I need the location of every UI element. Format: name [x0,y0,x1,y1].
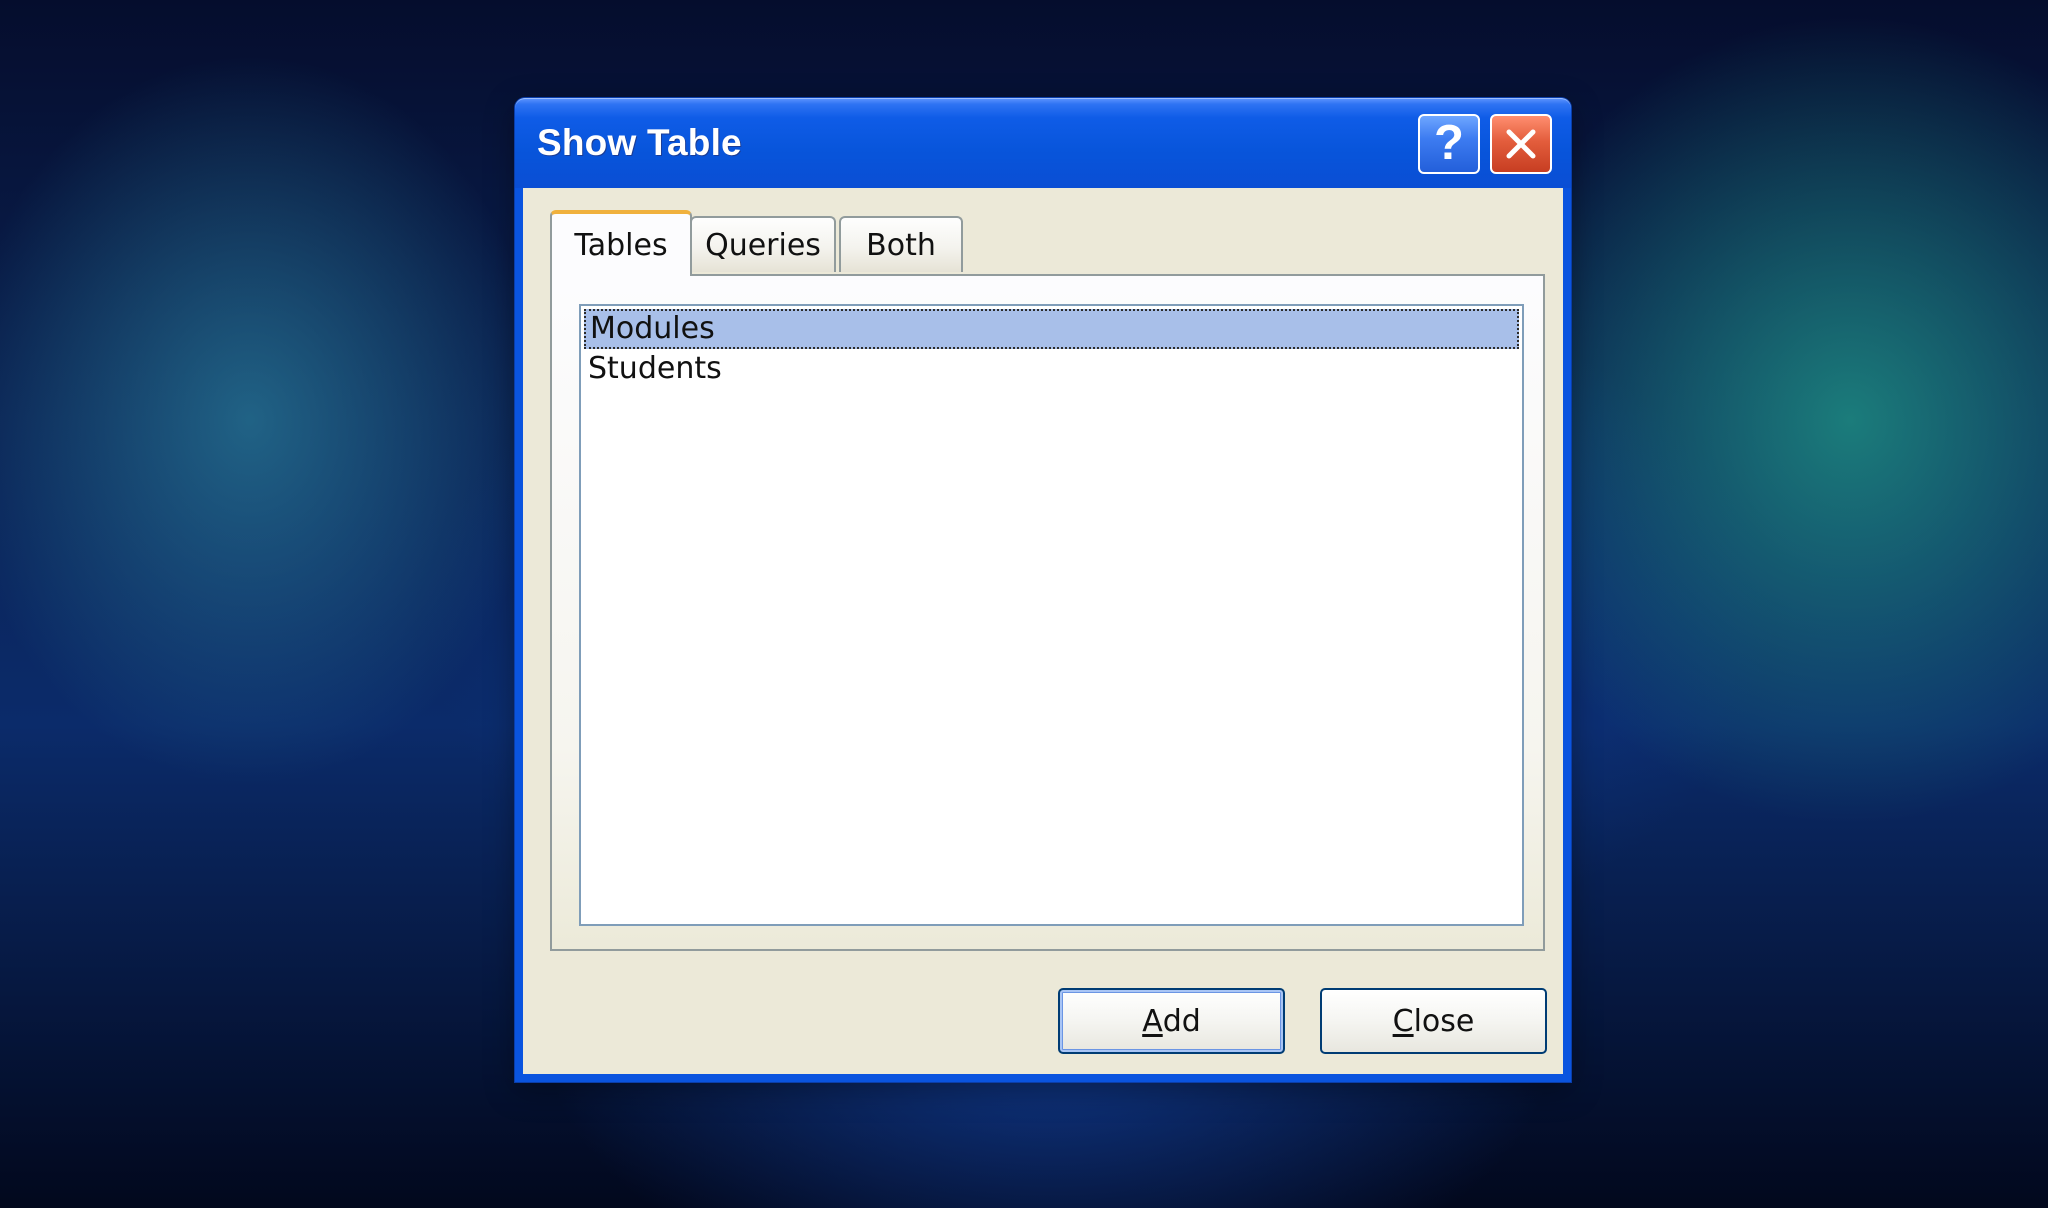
close-button-mnemonic: C [1392,1003,1414,1039]
list-item-modules[interactable]: Modules [584,309,1519,349]
title-bar[interactable]: Show Table ? [515,98,1571,188]
close-icon [1506,129,1536,159]
tab-queries[interactable]: Queries [690,216,836,272]
show-table-dialog: Show Table ? Tables Queries Both Modules… [515,98,1571,1082]
close-button-label: lose [1413,1003,1475,1039]
list-item-label: Modules [590,311,715,346]
close-button[interactable]: Close [1320,988,1547,1054]
close-window-button[interactable] [1490,114,1552,174]
window-title: Show Table [537,122,742,163]
tab-both-label: Both [866,227,936,263]
add-button[interactable]: Add [1058,988,1285,1054]
tab-panel: Modules Students [550,274,1545,951]
list-item-students[interactable]: Students [584,349,1519,389]
add-button-label: dd [1162,1003,1201,1039]
help-icon: ? [1434,115,1464,170]
tab-queries-label: Queries [705,227,821,263]
add-button-mnemonic: A [1142,1003,1163,1039]
table-list[interactable]: Modules Students [579,304,1524,926]
help-button[interactable]: ? [1418,114,1480,174]
tab-tables[interactable]: Tables [550,210,692,276]
tab-tables-label: Tables [574,227,668,263]
list-item-label: Students [588,351,722,386]
tab-both[interactable]: Both [839,216,963,272]
